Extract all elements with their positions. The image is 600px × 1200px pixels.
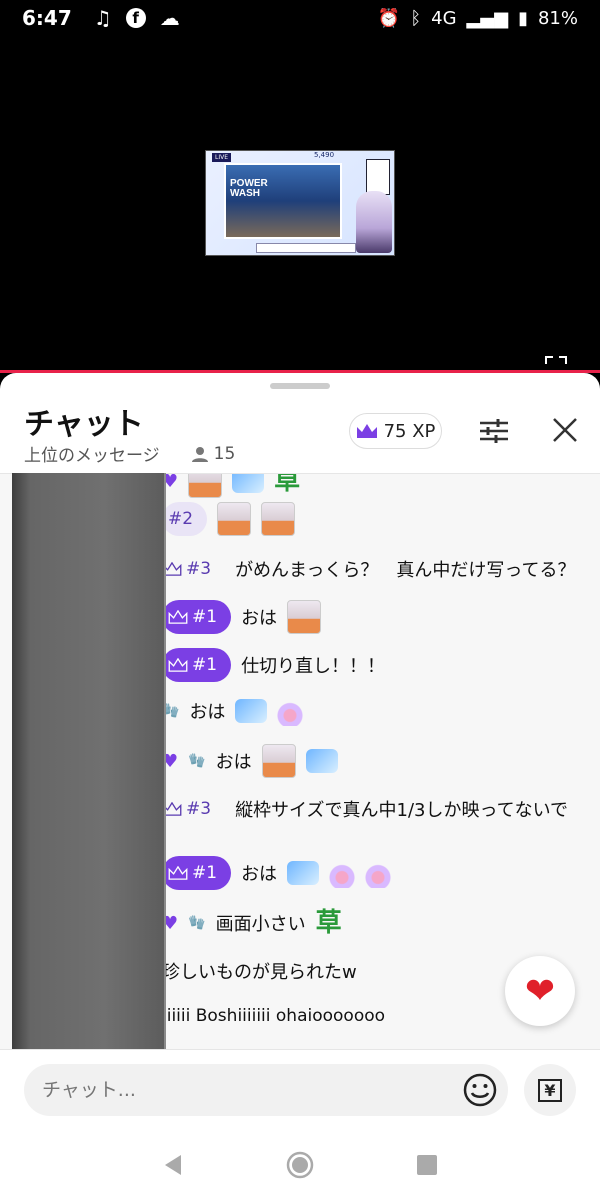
video-player[interactable]: LIVE 5,490 POWER WASH	[0, 36, 600, 382]
message-text: おは	[189, 702, 226, 723]
rank-badge: #1	[162, 856, 232, 890]
crown-icon	[168, 658, 188, 672]
chat-message: 🧤 おは	[162, 696, 304, 726]
video-frame: LIVE 5,490 POWER WASH	[205, 150, 395, 256]
paw-emote-icon	[277, 696, 304, 726]
thumb-live-badge: LIVE	[212, 153, 232, 162]
heart-reaction-button[interactable]: ❤	[505, 956, 575, 1026]
rank-badge: #2	[162, 502, 208, 536]
rank-badge: #3	[162, 552, 225, 586]
status-time: 6:47	[22, 6, 72, 30]
drag-handle[interactable]	[270, 383, 330, 389]
yen-icon: ¥	[538, 1078, 562, 1102]
thumb-avatar	[356, 191, 392, 253]
cat-emote-icon	[188, 474, 223, 498]
grass-emote-icon: 草	[315, 908, 342, 938]
message-text: おは	[215, 752, 252, 773]
xp-button[interactable]: 75 XP	[349, 413, 442, 449]
ice-emote-icon	[305, 749, 338, 773]
thumb-game-screen	[224, 163, 342, 239]
chat-message: #1 仕切り直し！！！	[162, 648, 385, 682]
message-text: 画面小さい	[215, 914, 306, 935]
message-text: がめんまっくら？ 真ん中だけ写ってる？	[235, 560, 576, 581]
close-icon[interactable]	[552, 417, 578, 443]
cloud-icon: ☁	[159, 6, 180, 30]
chat-message: #3 がめんまっくら？ 真ん中だけ写ってる？	[162, 552, 575, 586]
xp-label: 75 XP	[383, 420, 436, 442]
cat-emote-icon	[261, 744, 296, 778]
home-icon[interactable]	[286, 1151, 314, 1179]
chat-filter-label: 上位のメッセージ	[24, 446, 160, 466]
grass-emote-icon: 草	[274, 474, 301, 496]
ice-emote-icon	[232, 474, 265, 493]
chat-message: #1 おは	[162, 600, 322, 634]
back-icon[interactable]	[159, 1151, 187, 1179]
music-icon: ♫	[93, 6, 112, 30]
rank-badge: #1	[162, 648, 232, 682]
chat-message: ♥ 草	[162, 474, 304, 498]
chat-input-bar: ¥	[0, 1049, 600, 1129]
glove-badge-icon: 🧤	[188, 753, 206, 769]
chat-filter[interactable]: 上位のメッセージ 15	[24, 441, 236, 467]
redaction-overlay	[12, 473, 166, 1067]
chat-title: チャット	[24, 407, 144, 442]
message-text: iiiiii Boshiiiiiii ohaiooooooo	[162, 1006, 386, 1026]
paw-emote-icon	[365, 858, 392, 888]
message-text: おは	[241, 864, 278, 885]
thumb-side-panel	[366, 159, 390, 195]
paw-emote-icon	[329, 858, 356, 888]
chat-input[interactable]	[24, 1064, 508, 1116]
rank-badge: #1	[162, 600, 232, 634]
alarm-icon: ⏰	[377, 7, 401, 29]
cat-emote-icon	[287, 600, 322, 634]
ice-emote-icon	[287, 861, 320, 885]
glove-badge-icon: 🧤	[188, 915, 206, 931]
rank-badge: #3	[162, 792, 225, 826]
cat-emote-icon	[217, 502, 252, 536]
status-bar: 6:47 ♫ f ☁ ⏰ ᛒ 4G ▂▄▆ ▮ 81%	[0, 0, 600, 36]
battery-label: 81%	[537, 7, 578, 29]
ice-emote-icon	[235, 699, 268, 723]
tune-icon[interactable]	[478, 417, 510, 445]
message-text: 珍しいものが見られたw	[162, 962, 357, 983]
message-text: 仕切り直し！！！	[241, 656, 386, 677]
message-text: おは	[241, 608, 278, 629]
bluetooth-icon: ᛒ	[410, 7, 422, 29]
chat-message: iiiiii Boshiiiiiii ohaiooooooo	[162, 1006, 385, 1026]
chat-panel: チャット 上位のメッセージ 15 75 XP ♥ 草 #2 #3 がめんまっくら…	[0, 373, 600, 1200]
chat-message: 珍しいものが見られたw	[162, 958, 357, 984]
signal-icon: ▂▄▆	[466, 7, 509, 29]
crown-icon	[168, 610, 188, 624]
thumb-bottom-bar	[256, 243, 356, 253]
cat-emote-icon	[261, 502, 296, 536]
super-chat-button[interactable]: ¥	[524, 1064, 576, 1116]
battery-icon: ▮	[518, 7, 528, 29]
message-text: 縦枠サイズで真ん中1/3しか映ってないで	[235, 800, 569, 821]
crown-icon	[168, 866, 188, 880]
thumb-counter: 5,490	[314, 151, 335, 159]
chat-message: #1 おは	[162, 856, 392, 890]
chat-message: ♥ 🧤 おは	[162, 744, 338, 778]
person-icon	[191, 446, 208, 462]
recents-icon[interactable]	[413, 1151, 441, 1179]
facebook-icon: f	[125, 8, 146, 28]
thumb-game-title: POWER WASH	[230, 178, 268, 199]
chat-message: #3 縦枠サイズで真ん中1/3しか映ってないで	[162, 792, 568, 826]
smiley-icon[interactable]	[462, 1072, 498, 1108]
viewer-count: 15	[213, 443, 236, 464]
chat-message: ♥ 🧤 画面小さい 草	[162, 908, 346, 938]
network-label: 4G	[431, 7, 457, 29]
crown-icon	[356, 424, 377, 438]
system-nav-bar	[0, 1129, 600, 1200]
chat-message: #2	[162, 502, 296, 536]
heart-icon: ❤	[524, 970, 556, 1012]
